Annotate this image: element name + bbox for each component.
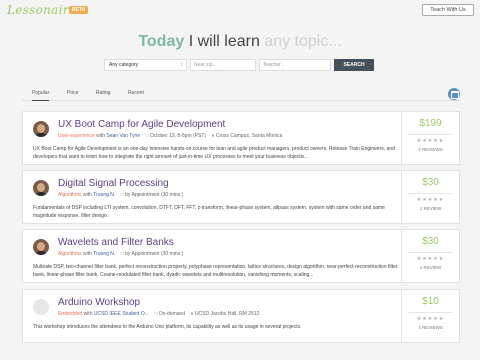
course-title[interactable]: Wavelets and Filter Banks <box>58 237 174 248</box>
location-pin-icon: ● <box>211 133 215 139</box>
beta-badge: BETA <box>69 6 89 14</box>
course-card[interactable]: UX Boot Camp for Agile Development User-… <box>22 111 460 165</box>
zip-input[interactable]: Near zip... <box>190 59 256 71</box>
top-bar: Lessonaire BETA Teach With Us <box>0 0 480 22</box>
review-count[interactable]: 4 REVIEWS <box>402 147 459 152</box>
course-description: Multirate DSP, two-channel filter bank, … <box>33 264 398 278</box>
course-category[interactable]: Embedded <box>58 311 82 317</box>
price-panel: $30 ★★★★★ 1 REVIEW <box>401 171 459 223</box>
course-schedule: October 13, 8-5pm (PST) <box>149 133 207 139</box>
chevron-updown-icon: ↕ <box>180 62 184 68</box>
search-bar: Any category ↕ Near zip... Teacher... SE… <box>104 59 374 71</box>
course-description: This workshop introduces the attendees t… <box>33 324 302 330</box>
course-teacher[interactable]: Truong N. <box>93 251 115 257</box>
course-meta: Embedded with UCSD IEEE Student O... □ O… <box>58 311 259 317</box>
location-pin-icon: ● <box>190 311 194 317</box>
calendar-icon: □ <box>145 133 149 139</box>
course-category[interactable]: User-experience <box>58 133 95 139</box>
calendar-icon: □ <box>154 311 158 317</box>
category-select[interactable]: Any category ↕ <box>104 59 187 71</box>
hero-headline: Today I will learn any topic... <box>0 33 480 51</box>
tab-rating[interactable]: Rating <box>96 90 110 96</box>
logo[interactable]: Lessonaire <box>7 3 76 17</box>
course-description: UX Boot Camp for Agile Development is an… <box>33 146 395 160</box>
course-price: $10 <box>422 296 439 307</box>
with-label: with <box>83 311 93 317</box>
price-panel: $10 ★★★★★ 4 REVIEWS <box>401 290 459 342</box>
with-label: with <box>83 251 92 257</box>
course-category[interactable]: Algorithms <box>58 192 82 198</box>
star-rating: ★★★★★ <box>416 256 445 262</box>
tab-price[interactable]: Price <box>67 90 78 96</box>
course-location: UCSD Jacobs Hall, RM 2512 <box>194 311 260 317</box>
course-description: Fundamentals of DSP including LTI system… <box>33 205 385 219</box>
calendar-icon: □ <box>120 251 124 257</box>
course-price: $30 <box>422 177 439 188</box>
hero-today: Today <box>138 33 185 50</box>
course-card[interactable]: Wavelets and Filter Banks Algorithms wit… <box>22 229 460 283</box>
course-schedule: by Appointment (30 mins.) <box>125 192 184 198</box>
calendar-icon[interactable] <box>448 88 460 100</box>
category-select-value: Any category <box>109 62 139 68</box>
review-count[interactable]: 1 REVIEW <box>402 265 459 270</box>
hero-middle: I will learn <box>188 33 260 50</box>
course-teacher[interactable]: Truong N. <box>93 192 115 198</box>
course-title[interactable]: Digital Signal Processing <box>58 178 169 189</box>
course-teacher[interactable]: UCSD IEEE Student O... <box>94 311 149 317</box>
avatar <box>33 239 49 255</box>
teach-with-us-button[interactable]: Teach With Us <box>422 4 474 16</box>
price-panel: $30 ★★★★★ 1 REVIEW <box>401 230 459 282</box>
avatar <box>33 121 49 137</box>
tab-recent[interactable]: Recent <box>128 90 144 96</box>
course-meta: Algorithms with Truong N. □ by Appointme… <box>58 192 183 198</box>
course-schedule: On-demand <box>158 311 186 317</box>
star-rating: ★★★★★ <box>416 316 445 322</box>
review-count[interactable]: 4 REVIEWS <box>402 325 459 330</box>
course-meta: User-experience with Sean Van Tyne □ Oct… <box>58 133 282 139</box>
course-meta: Algorithms with Truong N. □ by Appointme… <box>58 251 183 257</box>
with-label: with <box>96 133 105 139</box>
course-card[interactable]: Arduino Workshop Embedded with UCSD IEEE… <box>22 289 460 343</box>
with-label: with <box>83 192 92 198</box>
course-price: $199 <box>419 118 442 129</box>
price-panel: $199 ★★★★★ 4 REVIEWS <box>401 112 459 164</box>
avatar <box>33 299 49 315</box>
course-category[interactable]: Algorithms <box>58 251 82 257</box>
sort-tabs: Popular Price Rating Recent <box>22 87 460 101</box>
course-teacher[interactable]: Sean Van Tyne <box>106 133 140 139</box>
course-location: Cross Campus, Santa Monica <box>215 133 283 139</box>
course-schedule: by Appointment (30 mins.) <box>125 251 184 257</box>
calendar-icon: □ <box>120 192 124 198</box>
course-card[interactable]: Digital Signal Processing Algorithms wit… <box>22 170 460 224</box>
hero-topic: any topic... <box>264 33 342 50</box>
tab-popular[interactable]: Popular <box>32 90 50 101</box>
teacher-input[interactable]: Teacher... <box>259 59 331 71</box>
search-button[interactable]: SEARCH <box>334 59 374 71</box>
avatar <box>33 180 49 196</box>
course-title[interactable]: Arduino Workshop <box>58 297 140 308</box>
star-rating: ★★★★★ <box>416 138 445 144</box>
star-rating: ★★★★★ <box>416 197 445 203</box>
course-title[interactable]: UX Boot Camp for Agile Development <box>58 119 225 130</box>
review-count[interactable]: 1 REVIEW <box>402 206 459 211</box>
course-price: $30 <box>422 236 439 247</box>
